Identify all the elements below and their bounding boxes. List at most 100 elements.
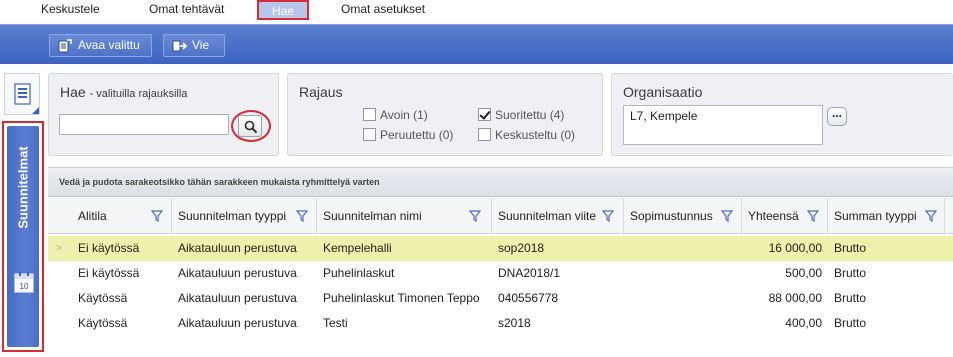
export-button[interactable]: Vie: [163, 34, 225, 57]
cell-yhteensa: 16 000,00: [768, 241, 822, 255]
tab-keskustele[interactable]: Keskustele: [41, 0, 111, 20]
organization-panel: Organisaatio L7, Kempele ...: [611, 73, 953, 156]
filter-funnel-icon[interactable]: [807, 210, 819, 222]
column-yhteensa[interactable]: Yhteensä: [742, 198, 828, 234]
cell-nimi: Testi: [323, 316, 348, 330]
column-label: Summan tyyppi: [834, 209, 917, 223]
cell-summan-tyyppi: Brutto: [834, 266, 867, 280]
cell-viite: sop2018: [498, 241, 545, 255]
cell-nimi: Kempelehalli: [323, 241, 392, 255]
column-label: Sopimustunnus: [630, 209, 713, 223]
document-list-icon: [14, 83, 31, 105]
column-label: Suunnitelman nimi: [323, 209, 422, 223]
column-label: Suunnitelman viite: [498, 209, 597, 223]
search-button[interactable]: [238, 115, 262, 137]
filter-funnel-icon[interactable]: [151, 210, 163, 222]
cell-viite: DNA2018/1: [498, 266, 561, 280]
cell-sopimustunnus: [624, 286, 742, 311]
cell-nimi: Puhelinlaskut Timonen Teppo: [323, 291, 480, 305]
table-row[interactable]: Käytössä Aikatauluun perustuva Testi s20…: [48, 311, 953, 336]
group-by-drop-area[interactable]: Vedä ja pudota sarakeotsikko tähän sarak…: [48, 167, 953, 197]
column-label: Suunnitelman tyyppi: [178, 209, 287, 223]
filter-funnel-icon[interactable]: [296, 210, 308, 222]
org-value-field[interactable]: L7, Kempele: [623, 105, 823, 145]
cell-nimi: Puhelinlaskut: [323, 266, 395, 280]
filter-option-suoritettu[interactable]: Suoritettu (4): [478, 108, 564, 122]
group-by-hint: Vedä ja pudota sarakeotsikko tähän sarak…: [59, 177, 380, 187]
filter-funnel-icon[interactable]: [925, 210, 937, 222]
column-suunnitelman-tyyppi[interactable]: Suunnitelman tyyppi: [172, 198, 317, 234]
cell-tyyppi: Aikatauluun perustuva: [178, 241, 297, 255]
filter-option-label: Peruutettu (0): [380, 128, 454, 142]
checkbox-avoin[interactable]: [363, 108, 376, 121]
search-input[interactable]: [59, 114, 229, 135]
cell-yhteensa: 88 000,00: [768, 291, 822, 305]
filter-option-label: Keskusteltu (0): [495, 128, 576, 142]
cell-sopimustunnus: [624, 311, 742, 336]
org-more-button[interactable]: ...: [827, 107, 847, 126]
calendar-icon: 10: [14, 272, 34, 293]
filter-option-avoin[interactable]: Avoin (1): [363, 108, 428, 122]
filter-funnel-icon[interactable]: [469, 210, 481, 222]
search-panel-title: Hae - valituilla rajauksilla: [60, 84, 187, 100]
top-tab-bar: Keskustele Omat tehtävät Hae Omat asetuk…: [0, 0, 953, 24]
column-suunnitelman-nimi[interactable]: Suunnitelman nimi: [317, 198, 492, 234]
side-panel-label: Suunnitelmat: [15, 146, 31, 229]
export-icon: [172, 39, 188, 60]
filter-option-peruutettu[interactable]: Peruutettu (0): [363, 128, 453, 142]
tab-omat-asetukset[interactable]: Omat asetukset: [341, 0, 441, 20]
column-summan-tyyppi[interactable]: Summan tyyppi: [828, 198, 945, 234]
search-icon: [244, 120, 258, 134]
cell-summan-tyyppi: Brutto: [834, 291, 867, 305]
cell-alitila: Ei käytössä: [78, 266, 140, 280]
export-label: Vie: [192, 38, 210, 52]
cell-tyyppi: Aikatauluun perustuva: [178, 266, 297, 280]
search-title: Hae: [60, 84, 86, 100]
cell-alitila: Käytössä: [78, 316, 128, 330]
cell-summan-tyyppi: Brutto: [834, 241, 867, 255]
cell-yhteensa: 500,00: [785, 266, 822, 280]
search-panel: Hae - valituilla rajauksilla: [48, 73, 279, 156]
calendar-day: 10: [20, 282, 29, 291]
column-suunnitelman-viite[interactable]: Suunnitelman viite: [492, 198, 624, 234]
cell-sopimustunnus: [624, 236, 742, 261]
cell-viite: 040556778: [498, 291, 559, 305]
document-list-button[interactable]: [4, 73, 40, 115]
table-row[interactable]: Ei käytössä Aikatauluun perustuva Puheli…: [48, 261, 953, 286]
toolbar: Avaa valittu Vie: [0, 24, 953, 64]
checkbox-keskusteltu[interactable]: [478, 128, 491, 141]
filter-panel: Rajaus Avoin (1) Suoritettu (4) Peruutet…: [287, 73, 603, 156]
checkbox-peruutettu[interactable]: [363, 128, 376, 141]
cell-tyyppi: Aikatauluun perustuva: [178, 316, 297, 330]
open-selected-button[interactable]: Avaa valittu: [49, 34, 152, 57]
checkbox-suoritettu[interactable]: [478, 108, 491, 121]
search-subtitle: - valituilla rajauksilla: [89, 88, 188, 100]
column-label: Yhteensä: [748, 209, 799, 223]
table-row[interactable]: Käytössä Aikatauluun perustuva Puhelinla…: [48, 286, 953, 311]
cell-sopimustunnus: [624, 261, 742, 286]
suunnitelmat-side-panel[interactable]: Suunnitelmat 10: [2, 121, 44, 352]
cell-viite: s2018: [498, 316, 531, 330]
selected-row-marker: >: [56, 243, 62, 254]
grid-header: Alitila Suunnitelman tyyppi Suunnitelman…: [48, 198, 953, 234]
column-sopimustunnus[interactable]: Sopimustunnus: [624, 198, 742, 234]
cell-tyyppi: Aikatauluun perustuva: [178, 291, 297, 305]
table-row[interactable]: > Ei käytössä Aikatauluun perustuva Kemp…: [48, 236, 953, 261]
filter-option-label: Avoin (1): [380, 108, 428, 122]
org-panel-title: Organisaatio: [623, 84, 703, 100]
filter-panel-title: Rajaus: [299, 84, 343, 100]
filter-option-label: Suoritettu (4): [495, 108, 565, 122]
side-panel-bar: Suunnitelmat 10: [7, 126, 39, 347]
cell-yhteensa: 400,00: [785, 316, 822, 330]
filter-funnel-icon[interactable]: [602, 210, 614, 222]
tab-hae[interactable]: Hae: [257, 0, 309, 20]
tab-omat-tehtavat[interactable]: Omat tehtävät: [149, 0, 239, 20]
cell-summan-tyyppi: Brutto: [834, 316, 867, 330]
cell-alitila: Käytössä: [78, 291, 128, 305]
filter-funnel-icon[interactable]: [721, 210, 733, 222]
filter-option-keskusteltu[interactable]: Keskusteltu (0): [478, 128, 575, 142]
cell-alitila: Ei käytössä: [78, 241, 140, 255]
column-label: Alitila: [78, 209, 107, 223]
document-open-icon: [58, 39, 72, 60]
column-alitila[interactable]: Alitila: [72, 198, 172, 234]
